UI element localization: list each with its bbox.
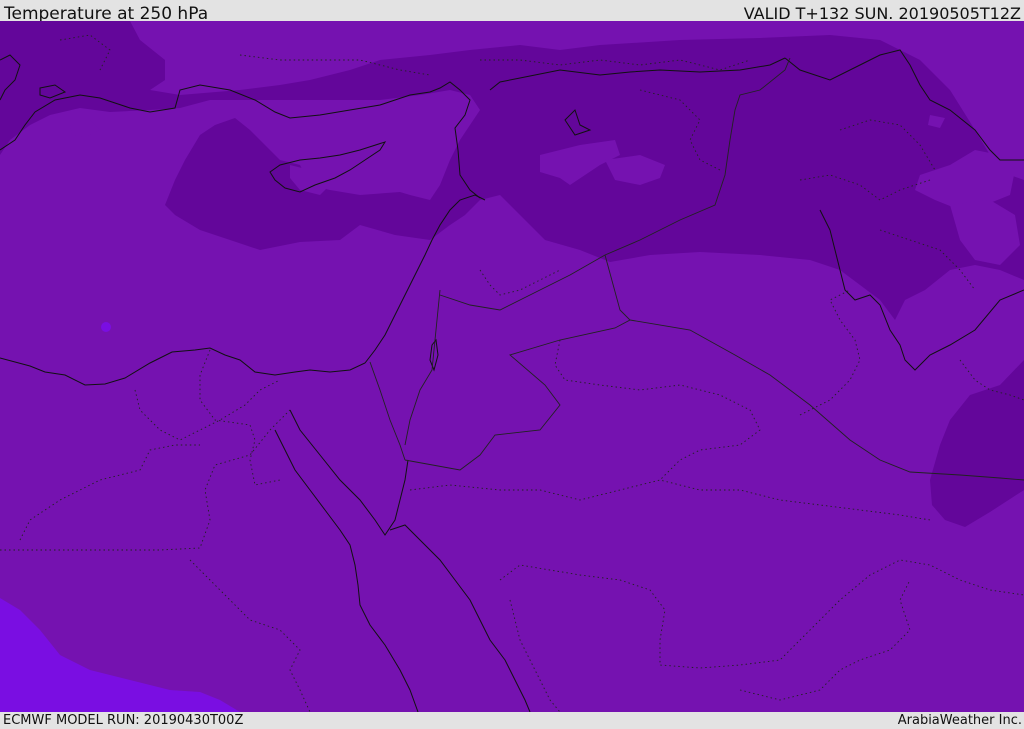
map-footer: ECMWF MODEL RUN: 20190430T00Z ArabiaWeat… <box>0 712 1024 729</box>
model-run-label: ECMWF MODEL RUN: 20190430T00Z <box>3 713 244 728</box>
map-header: Temperature at 250 hPa VALID T+132 SUN. … <box>0 0 1024 24</box>
credit-label: ArabiaWeather Inc. <box>897 713 1022 728</box>
warm-spot <box>101 322 111 332</box>
weather-map <box>0 21 1024 712</box>
